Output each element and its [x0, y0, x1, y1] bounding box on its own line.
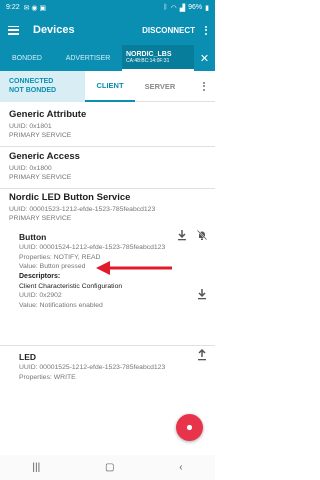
tab-bonded[interactable]: BONDED	[0, 45, 54, 71]
download-icon[interactable]	[196, 288, 208, 300]
home-icon[interactable]: ▢	[105, 462, 114, 473]
sub-bar: CONNECTED NOT BONDED CLIENT SERVER	[0, 70, 215, 102]
wifi-icon: ◠	[170, 4, 177, 12]
tab-nordic-lbs[interactable]: NORDIC_LBS CA:48:BC:14:0F:31	[122, 45, 194, 71]
battery-icon: ▮	[205, 4, 209, 12]
more-vert-icon[interactable]	[205, 25, 207, 35]
service-name: Nordic LED Button Service	[9, 192, 131, 203]
service-item[interactable]: Generic Attribute UUID: 0x1801 PRIMARY S…	[9, 109, 86, 140]
app-bar: Devices DISCONNECT	[0, 15, 215, 45]
service-name: Generic Access	[9, 151, 80, 162]
notifications-off-icon[interactable]	[196, 229, 208, 241]
upload-icon[interactable]	[196, 349, 208, 361]
device-name: NORDIC_LBS	[126, 50, 172, 58]
connection-state: CONNECTED	[9, 77, 54, 85]
service-name: Generic Attribute	[9, 109, 87, 120]
divider	[0, 345, 215, 346]
divider	[0, 188, 215, 189]
arrow-annotation-icon	[96, 261, 172, 275]
recents-icon[interactable]: |||	[32, 462, 40, 473]
service-type: PRIMARY SERVICE	[9, 174, 72, 181]
download-icon[interactable]	[176, 229, 188, 241]
signal-icon: ▟	[179, 4, 186, 12]
characteristic-uuid: UUID: 00001524-1212-efde-1523-785feabcd1…	[19, 244, 166, 251]
disconnect-button[interactable]: DISCONNECT	[142, 26, 195, 35]
service-uuid: UUID: 00001523-1212-efde-1523-785feabcd1…	[9, 206, 156, 213]
connection-status: CONNECTED NOT BONDED	[0, 70, 85, 102]
characteristic-led: LED UUID: 00001525-1212-efde-1523-785fea…	[19, 351, 165, 382]
service-uuid: UUID: 0x1801	[9, 123, 52, 130]
record-icon	[186, 424, 193, 431]
tab-server[interactable]: SERVER	[135, 71, 185, 102]
record-button[interactable]	[176, 414, 203, 441]
bond-state: NOT BONDED	[9, 86, 57, 94]
back-icon[interactable]: ‹	[179, 462, 182, 473]
tab-advertiser[interactable]: ADVERTISER	[54, 45, 122, 71]
divider	[0, 146, 215, 147]
descriptor-name: Client Characteristic Configuration	[19, 282, 123, 290]
characteristic-name: Button	[19, 232, 47, 242]
device-address: CA:48:BC:14:0F:31	[126, 57, 170, 64]
device-tabs: BONDED ADVERTISER NORDIC_LBS CA:48:BC:14…	[0, 45, 215, 71]
system-nav-bar: ||| ▢ ‹	[0, 455, 215, 480]
status-time: 9:22	[6, 4, 20, 11]
tab-client[interactable]: CLIENT	[85, 71, 135, 102]
descriptor-value: Value: Notifications enabled	[19, 301, 103, 309]
service-type: PRIMARY SERVICE	[9, 132, 72, 139]
service-item[interactable]: Nordic LED Button Service UUID: 00001523…	[9, 192, 155, 223]
bluetooth-icon: ᛒ	[163, 4, 168, 11]
close-icon[interactable]: ✕	[194, 52, 215, 65]
status-bar: 9:22 ✉ ◉ ▣ ᛒ ◠ ▟ 96% ▮	[0, 0, 215, 15]
notification-icons: ✉ ◉ ▣	[23, 4, 47, 12]
status-right: ᛒ ◠ ▟ 96% ▮	[163, 4, 209, 12]
service-uuid: UUID: 0x1800	[9, 165, 52, 172]
characteristic-uuid: UUID: 00001525-1212-efde-1523-785feabcd1…	[19, 364, 166, 371]
battery-text: 96%	[188, 4, 203, 11]
more-vert-icon[interactable]	[203, 81, 205, 91]
descriptor-uuid: UUID: 0x2902	[19, 292, 62, 299]
service-item[interactable]: Generic Access UUID: 0x1800 PRIMARY SERV…	[9, 151, 80, 182]
menu-icon[interactable]	[8, 25, 19, 35]
characteristic-name: LED	[19, 352, 36, 362]
characteristic-properties: Properties: WRITE	[19, 373, 76, 381]
service-type: PRIMARY SERVICE	[9, 215, 72, 222]
page-title: Devices	[33, 24, 75, 36]
